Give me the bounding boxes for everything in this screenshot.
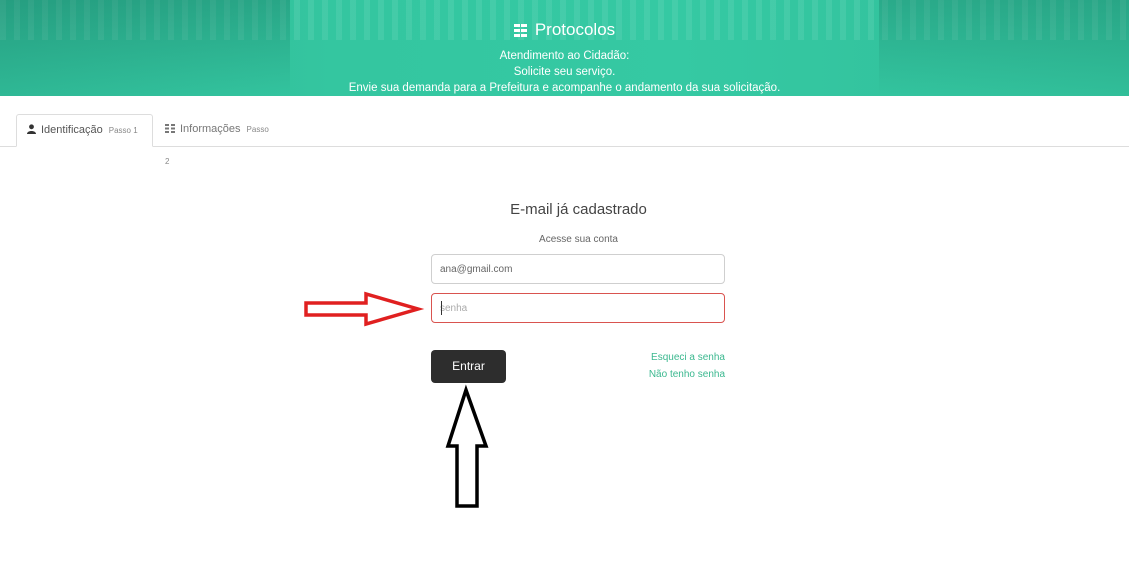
red-arrow-icon bbox=[304, 291, 425, 327]
annotation-layer bbox=[304, 291, 489, 508]
black-arrow-icon bbox=[445, 384, 489, 508]
